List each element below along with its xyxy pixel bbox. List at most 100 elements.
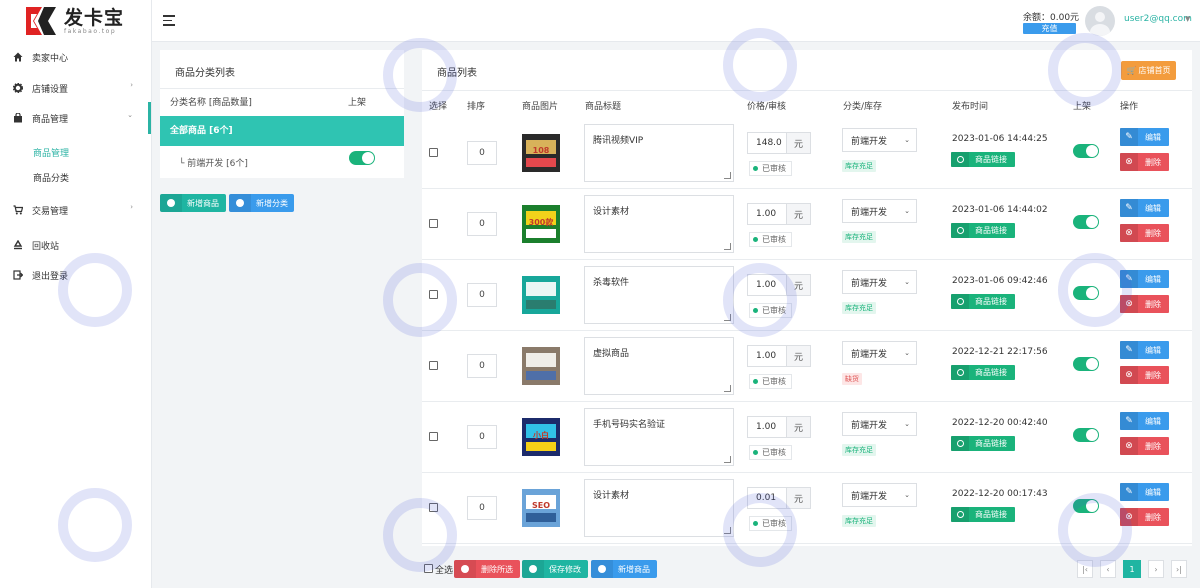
- price-input[interactable]: 148.0 元: [747, 132, 811, 154]
- onshelf-toggle[interactable]: [1073, 357, 1099, 371]
- category-select[interactable]: 前端开发 ⌄: [842, 199, 917, 223]
- sidebar-subitem-product-category[interactable]: 商品分类: [33, 171, 69, 184]
- sort-input[interactable]: 0: [467, 354, 497, 378]
- info-icon: [167, 199, 175, 207]
- onshelf-toggle[interactable]: [1073, 215, 1099, 229]
- title-textarea[interactable]: 设计素材: [584, 195, 734, 253]
- price-input[interactable]: 1.00 元: [747, 345, 811, 367]
- product-thumbnail[interactable]: SEO: [522, 489, 560, 527]
- row-checkbox[interactable]: [429, 290, 438, 299]
- row-checkbox[interactable]: [429, 432, 438, 441]
- onshelf-toggle[interactable]: [1073, 499, 1099, 513]
- home-icon: [13, 52, 23, 62]
- sidebar-item-seller-center[interactable]: 卖家中心: [0, 45, 151, 69]
- shop-home-button[interactable]: 🛒 店铺首页: [1121, 61, 1176, 80]
- product-thumbnail[interactable]: 300款: [522, 205, 560, 243]
- sort-input[interactable]: 0: [467, 283, 497, 307]
- delete-button[interactable]: ⊗ 删除: [1120, 366, 1169, 384]
- product-thumbnail[interactable]: [522, 276, 560, 314]
- sidebar-item-shop-settings[interactable]: 店铺设置 ›: [0, 76, 151, 100]
- row-checkbox[interactable]: [429, 219, 438, 228]
- edit-button[interactable]: ✎ 编辑: [1120, 270, 1169, 288]
- edit-button[interactable]: ✎ 编辑: [1120, 128, 1169, 146]
- sidebar-item-recycle-bin[interactable]: 回收站: [0, 233, 151, 257]
- title-textarea[interactable]: 腾讯视频VIP: [584, 124, 734, 182]
- product-link-button[interactable]: 商品链接: [951, 152, 1015, 167]
- product-thumbnail[interactable]: 108: [522, 134, 560, 172]
- add-category-button[interactable]: 新增分类: [229, 194, 294, 212]
- logout-icon: [13, 270, 23, 280]
- product-link-button[interactable]: 商品链接: [951, 507, 1015, 522]
- category-select[interactable]: 前端开发 ⌄: [842, 412, 917, 436]
- title-textarea[interactable]: 手机号码实名验证: [584, 408, 734, 466]
- category-sub-row[interactable]: └ 前端开发 [6个]: [179, 156, 248, 169]
- user-email[interactable]: user2@qq.com: [1124, 14, 1192, 24]
- row-checkbox[interactable]: [429, 148, 438, 157]
- divider: [422, 543, 1192, 544]
- onshelf-toggle[interactable]: [1073, 428, 1099, 442]
- sidebar-item-trade-management[interactable]: 交易管理 ›: [0, 198, 151, 222]
- category-select[interactable]: 前端开发 ⌄: [842, 270, 917, 294]
- pager-next-button[interactable]: ›: [1148, 560, 1164, 578]
- save-changes-button[interactable]: 保存修改: [522, 560, 588, 578]
- sidebar-item-logout[interactable]: 退出登录: [0, 263, 151, 287]
- delete-button[interactable]: ⊗ 删除: [1120, 437, 1169, 455]
- onshelf-toggle[interactable]: [1073, 286, 1099, 300]
- price-input[interactable]: 1.00 元: [747, 274, 811, 296]
- pager-first-button[interactable]: |‹: [1077, 560, 1093, 578]
- pager-last-button[interactable]: ›|: [1171, 560, 1187, 578]
- product-thumbnail[interactable]: [522, 347, 560, 385]
- price-input[interactable]: 1.00 元: [747, 203, 811, 225]
- product-link-button[interactable]: 商品链接: [951, 365, 1015, 380]
- publish-time: 2022-12-21 22:17:56: [952, 347, 1048, 357]
- menu-toggle-icon[interactable]: [163, 15, 175, 26]
- title-textarea[interactable]: 设计素材: [584, 479, 734, 537]
- title-textarea[interactable]: 杀毒软件: [584, 266, 734, 324]
- sort-input[interactable]: 0: [467, 496, 497, 520]
- row-checkbox[interactable]: [429, 503, 438, 512]
- sidebar-subitem-product-management[interactable]: 商品管理: [33, 146, 69, 159]
- product-link-button[interactable]: 商品链接: [951, 294, 1015, 309]
- footer-add-product-button[interactable]: 新增商品: [591, 560, 657, 578]
- category-select[interactable]: 前端开发 ⌄: [842, 128, 917, 152]
- product-link-button[interactable]: 商品链接: [951, 436, 1015, 451]
- avatar[interactable]: [1085, 6, 1115, 36]
- edit-button[interactable]: ✎ 编辑: [1120, 199, 1169, 217]
- top-header: 余额：0.00元 充值 user2@qq.com ▼: [152, 0, 1200, 42]
- pager-prev-button[interactable]: ‹: [1100, 560, 1116, 578]
- edit-button[interactable]: ✎ 编辑: [1120, 412, 1169, 430]
- recharge-button[interactable]: 充值: [1023, 23, 1076, 34]
- sidebar-item-product-management[interactable]: 商品管理 ⌄: [0, 106, 151, 130]
- delete-button[interactable]: ⊗ 删除: [1120, 153, 1169, 171]
- category-all-row[interactable]: 全部商品 [6个]: [160, 116, 404, 146]
- select-all-checkbox[interactable]: [424, 564, 433, 573]
- divider: [422, 259, 1192, 260]
- sort-input[interactable]: 0: [467, 212, 497, 236]
- gear-icon: [13, 83, 23, 93]
- onshelf-toggle[interactable]: [1073, 144, 1099, 158]
- category-col-onshelf: 上架: [348, 98, 367, 108]
- close-icon: ⊗: [1125, 299, 1133, 309]
- edit-button[interactable]: ✎ 编辑: [1120, 483, 1169, 501]
- category-select[interactable]: 前端开发 ⌄: [842, 483, 917, 507]
- delete-button[interactable]: ⊗ 删除: [1120, 508, 1169, 526]
- category-onshelf-toggle[interactable]: [349, 151, 375, 165]
- brand-logo[interactable]: 发卡宝 fakabao.top: [0, 0, 151, 42]
- delete-selected-button[interactable]: 删除所选: [454, 560, 520, 578]
- delete-button[interactable]: ⊗ 删除: [1120, 224, 1169, 242]
- sort-input[interactable]: 0: [467, 141, 497, 165]
- delete-button[interactable]: ⊗ 删除: [1120, 295, 1169, 313]
- price-input[interactable]: 0.01 元: [747, 487, 811, 509]
- row-checkbox[interactable]: [429, 361, 438, 370]
- caret-down-icon[interactable]: ▼: [1185, 15, 1190, 23]
- add-product-button[interactable]: 新增商品: [160, 194, 226, 212]
- product-link-button[interactable]: 商品链接: [951, 223, 1015, 238]
- pager-current-page[interactable]: 1: [1123, 560, 1141, 578]
- edit-button[interactable]: ✎ 编辑: [1120, 341, 1169, 359]
- category-select[interactable]: 前端开发 ⌄: [842, 341, 917, 365]
- sort-input[interactable]: 0: [467, 425, 497, 449]
- chevron-down-icon: ⌄: [904, 207, 910, 215]
- title-textarea[interactable]: 虚拟商品: [584, 337, 734, 395]
- price-input[interactable]: 1.00 元: [747, 416, 811, 438]
- product-thumbnail[interactable]: 小白: [522, 418, 560, 456]
